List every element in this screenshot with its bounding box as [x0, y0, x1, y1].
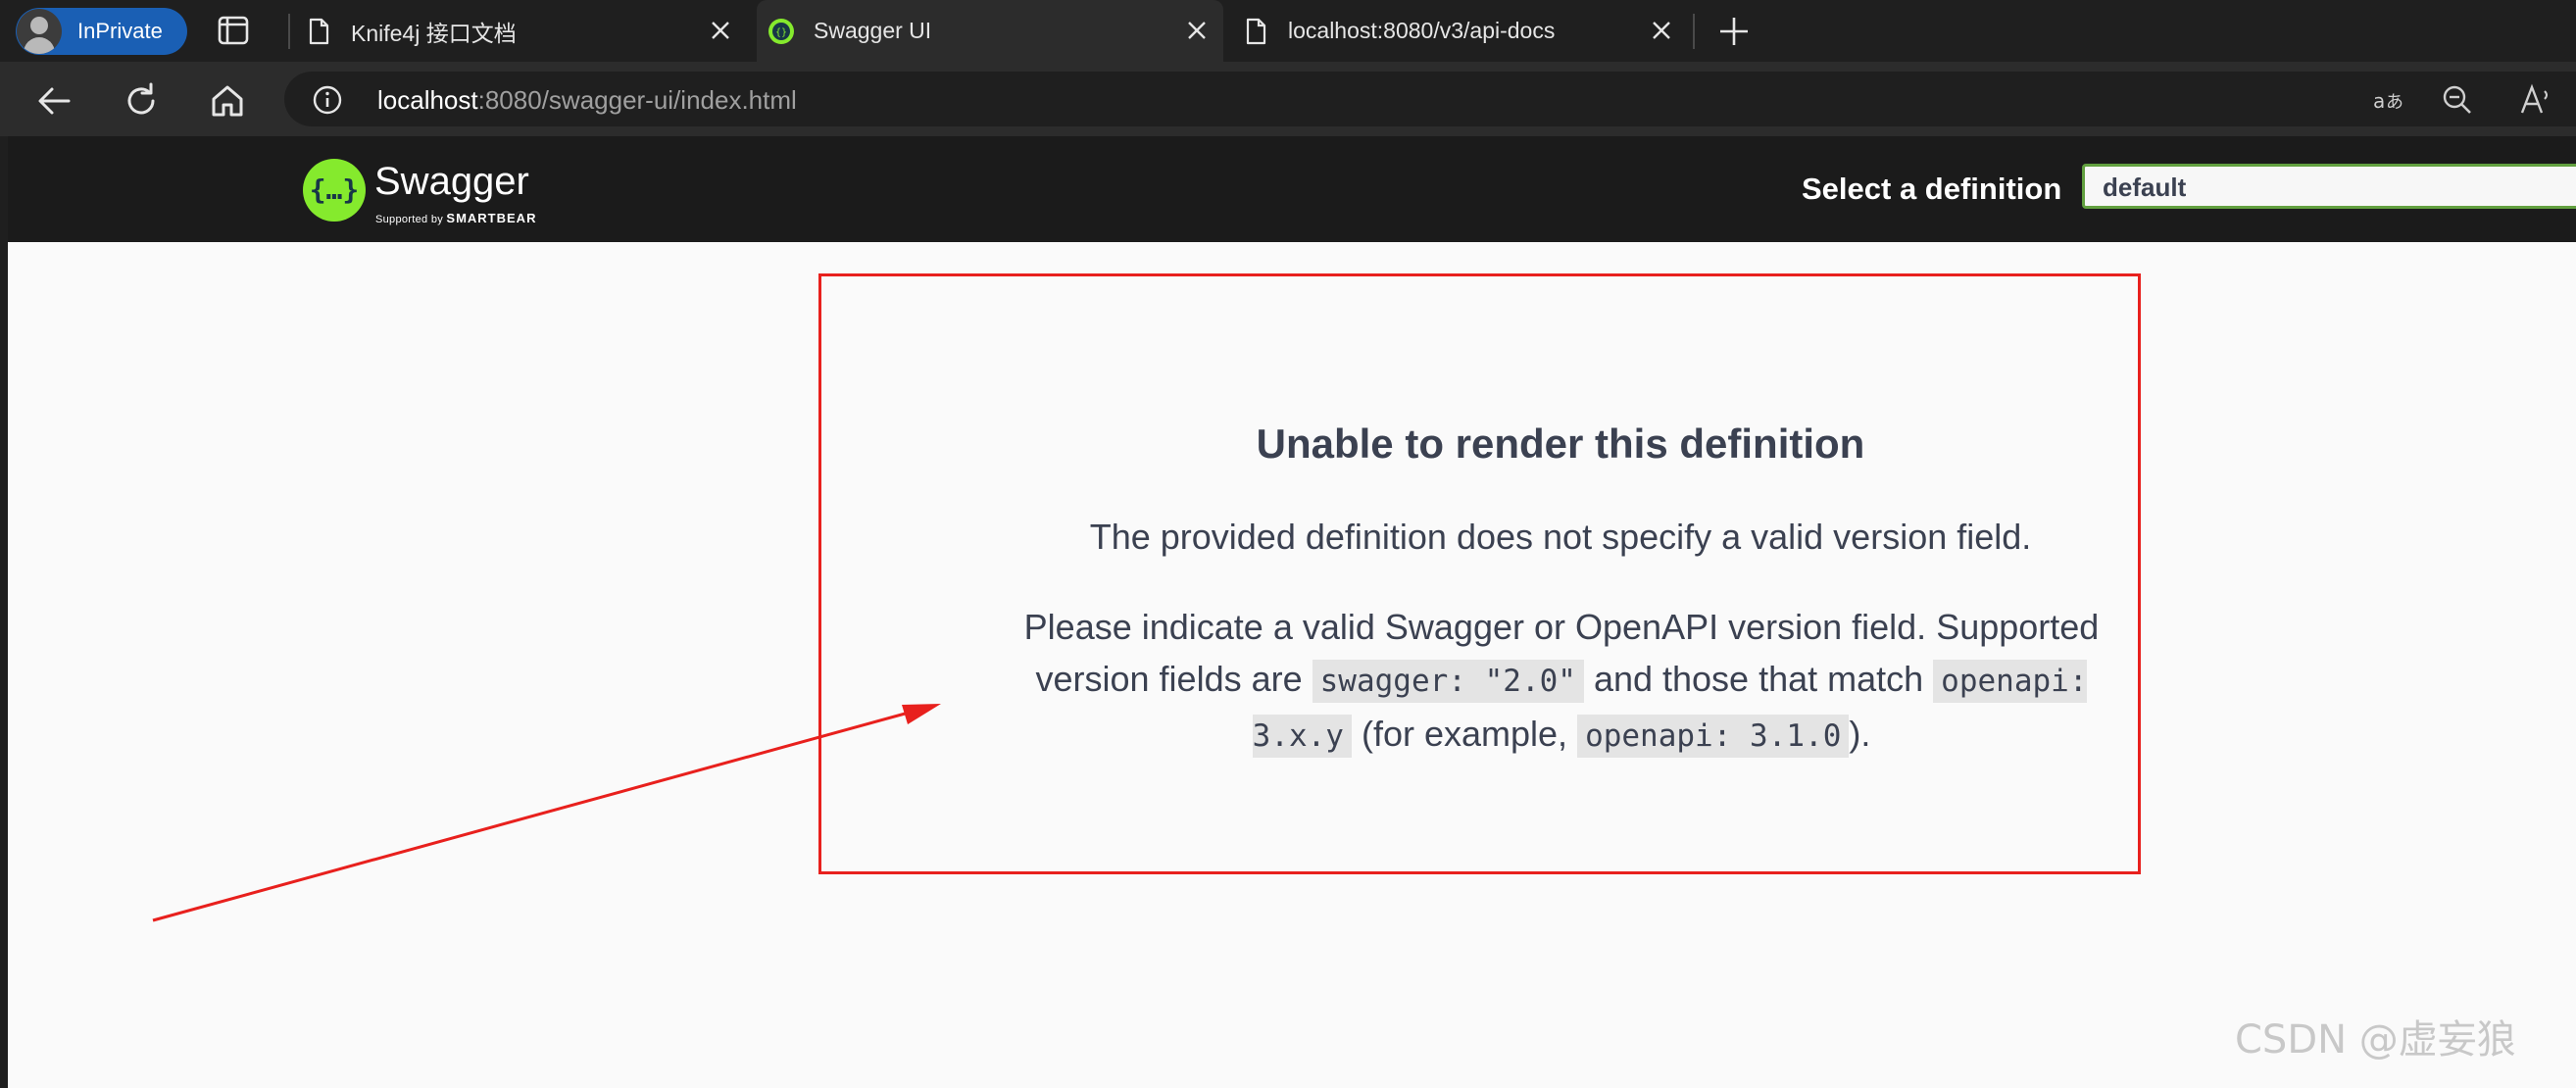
svg-text:{}: {} [775, 27, 787, 38]
tab-swagger-ui[interactable]: {} Swagger UI [757, 0, 1223, 62]
address-url[interactable]: localhost:8080/swagger-ui/index.html [377, 85, 797, 116]
read-aloud-icon[interactable] [2519, 83, 2552, 117]
error-message: The provided definition does not specify… [1089, 517, 2032, 557]
error-text: (for example, [1351, 714, 1578, 754]
watermark: CSDN @虚妄狼 [2235, 1017, 2516, 1063]
tab-strip: InPrivate Knife4j 接口文档 {} Swagger UI loc… [0, 0, 2576, 62]
tab-title: Knife4j 接口文档 [351, 20, 517, 46]
supported-by-text: Supported by [375, 214, 444, 225]
browser-window: InPrivate Knife4j 接口文档 {} Swagger UI loc… [0, 0, 2576, 1088]
home-icon[interactable] [208, 81, 247, 121]
document-icon [1246, 18, 1266, 44]
inprivate-profile-button[interactable]: InPrivate [16, 8, 187, 55]
select-definition-label: Select a definition [1802, 172, 2062, 206]
swagger-topbar: {…} Swagger Supported by SMARTBEAR Selec… [8, 136, 2576, 242]
browser-toolbar: localhost:8080/swagger-ui/index.html a あ [0, 62, 2576, 136]
close-icon[interactable] [1649, 18, 1674, 43]
read-aloud-translate-icon[interactable]: a あ [2372, 83, 2405, 117]
svg-text:{…}: {…} [310, 173, 360, 206]
refresh-icon[interactable] [122, 81, 161, 121]
inprivate-label: InPrivate [77, 19, 163, 43]
smartbear-text: SMARTBEAR [446, 211, 537, 225]
tab-title: Swagger UI [814, 18, 932, 43]
swagger-brand: Swagger [374, 160, 529, 203]
document-icon [309, 18, 329, 44]
tab-title: localhost:8080/v3/api-docs [1288, 18, 1556, 43]
annotation-highlight-box [818, 273, 2141, 874]
new-tab-icon[interactable] [1717, 15, 1751, 48]
error-details: Please indicate a valid Swagger or OpenA… [993, 601, 2130, 763]
error-title: Unable to render this definition [1256, 420, 1865, 467]
svg-text:あ: あ [2386, 92, 2403, 113]
tab-api-docs[interactable]: localhost:8080/v3/api-docs [1231, 0, 1688, 62]
close-icon[interactable] [708, 18, 733, 43]
site-info-icon[interactable] [312, 84, 343, 116]
swagger-favicon-icon: {} [768, 18, 794, 44]
swagger-logo-icon[interactable]: {…} [300, 156, 369, 224]
svg-text:a: a [2373, 89, 2385, 113]
code-snippet: swagger: "2.0" [1312, 660, 1584, 703]
page-content: {…} Swagger Supported by SMARTBEAR Selec… [8, 136, 2576, 1088]
code-snippet: openapi: 3.1.0 [1577, 715, 1850, 758]
error-text: ). [1849, 714, 1871, 754]
tab-actions-icon[interactable] [216, 15, 251, 46]
tab-knife4j[interactable]: Knife4j 接口文档 [294, 0, 747, 62]
swagger-supported-by: Supported by SMARTBEAR [375, 211, 536, 225]
profile-avatar [17, 9, 62, 54]
close-icon[interactable] [1184, 18, 1210, 43]
url-host: localhost [377, 85, 478, 115]
zoom-out-icon[interactable] [2441, 83, 2474, 117]
window-edge [0, 136, 8, 1088]
definition-select[interactable]: default [2082, 164, 2576, 209]
tab-divider [288, 14, 290, 49]
address-bar[interactable]: localhost:8080/swagger-ui/index.html a あ [284, 72, 2576, 126]
error-text: and those that match [1583, 659, 1934, 699]
back-icon[interactable] [35, 81, 74, 121]
tab-divider [1693, 14, 1695, 49]
url-path: :8080/swagger-ui/index.html [477, 85, 797, 115]
arrow-shaft [152, 708, 920, 922]
